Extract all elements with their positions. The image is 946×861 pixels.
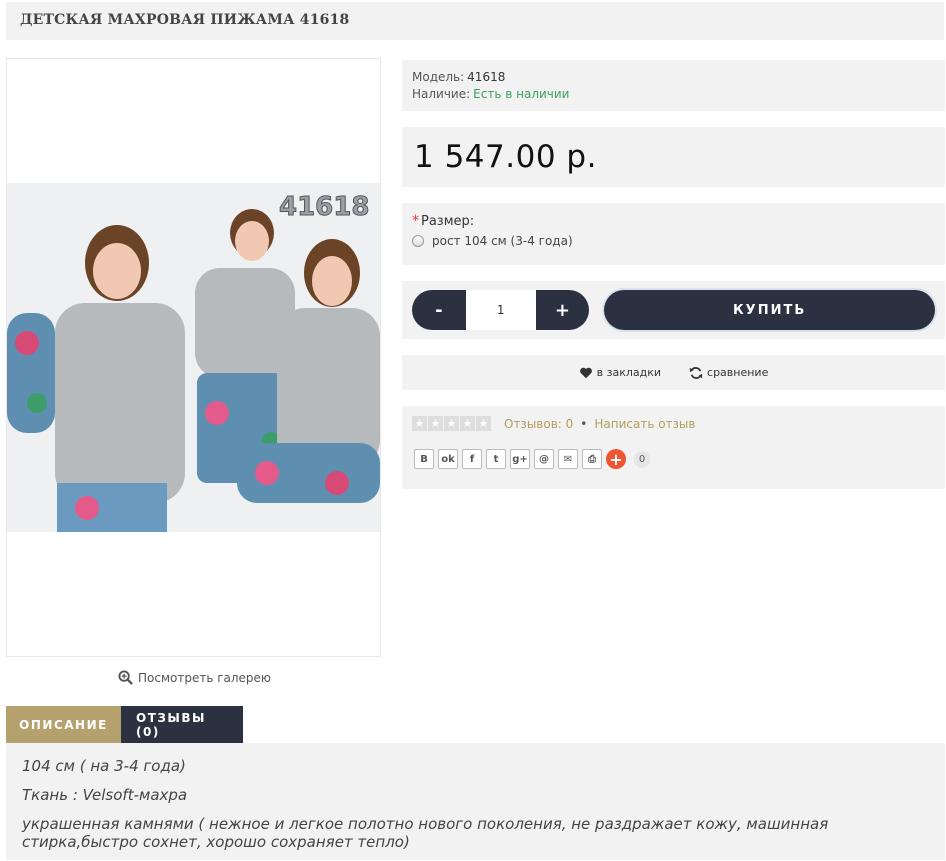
wishlist-label: в закладки xyxy=(596,366,662,379)
reviews-count-link[interactable]: Отзывов: 0 xyxy=(504,417,573,431)
tab-reviews[interactable]: ОТЗЫВЫ (0) xyxy=(121,706,243,743)
separator: • xyxy=(580,416,588,431)
size-option[interactable]: рост 104 см (3-4 года) xyxy=(412,234,935,248)
size-option-panel: * Размер: рост 104 см (3-4 года) xyxy=(402,203,945,265)
quantity-stepper: - 1 + xyxy=(412,290,590,330)
price: 1 547.00 р. xyxy=(414,139,597,175)
buy-button[interactable]: КУПИТЬ xyxy=(604,290,935,330)
vk-icon[interactable]: B xyxy=(414,449,434,469)
twitter-icon[interactable]: t xyxy=(486,449,506,469)
wishlist-compare-panel: в закладки сравнение xyxy=(402,355,945,390)
size-label: Размер: xyxy=(421,214,475,229)
quantity-input[interactable]: 1 xyxy=(465,290,536,330)
zoom-in-icon xyxy=(118,670,133,685)
model-value: 41618 xyxy=(467,70,506,84)
compare-label: сравнение xyxy=(707,366,769,379)
star-icon: ★ xyxy=(444,416,459,431)
print-icon[interactable]: ⎙ xyxy=(582,449,602,469)
quantity-minus-button[interactable]: - xyxy=(412,290,466,330)
wishlist-button[interactable]: в закладки xyxy=(579,366,661,380)
star-icon: ★ xyxy=(460,416,475,431)
title-bar: ДЕТСКАЯ МАХРОВАЯ ПИЖАМА 41618 xyxy=(6,2,944,40)
facebook-icon[interactable]: f xyxy=(462,449,482,469)
description-line: 104 см ( на 3-4 года) xyxy=(22,757,186,775)
star-icon: ★ xyxy=(428,416,443,431)
mail-ru-icon[interactable]: @ xyxy=(534,449,554,469)
share-more-icon[interactable]: + xyxy=(606,449,626,469)
write-review-link[interactable]: Написать отзыв xyxy=(594,417,695,431)
refresh-icon xyxy=(689,366,703,379)
quantity-plus-button[interactable]: + xyxy=(535,290,590,330)
star-icon: ★ xyxy=(476,416,491,431)
compare-button[interactable]: сравнение xyxy=(689,366,768,380)
description-line: Ткань : Velsoft-махра xyxy=(22,786,188,804)
required-marker: * xyxy=(412,213,419,229)
size-radio[interactable] xyxy=(412,235,424,247)
stock-label: Наличие: xyxy=(412,87,471,101)
product-tabs: ОПИСАНИЕ ОТЗЫВЫ (0) xyxy=(6,706,243,743)
email-icon[interactable]: ✉ xyxy=(558,449,578,469)
tab-description[interactable]: ОПИСАНИЕ xyxy=(6,706,121,743)
buy-panel: - 1 + КУПИТЬ xyxy=(402,281,945,339)
gallery-link[interactable]: Посмотреть галерею xyxy=(118,670,271,685)
product-title: ДЕТСКАЯ МАХРОВАЯ ПИЖАМА 41618 xyxy=(20,12,350,28)
product-image[interactable]: 41618 xyxy=(7,183,380,532)
product-image-box[interactable]: 41618 xyxy=(6,58,381,657)
price-panel: 1 547.00 р. xyxy=(402,127,945,187)
stock-value: Есть в наличии xyxy=(473,87,570,101)
share-buttons: B ok f t g+ @ ✉ ⎙ + 0 xyxy=(414,449,935,469)
model-panel: Модель: 41618 Наличие: Есть в наличии xyxy=(402,60,945,111)
heart-icon xyxy=(579,367,592,378)
rating-stars: ★ ★ ★ ★ ★ xyxy=(412,416,491,431)
odnoklassniki-icon[interactable]: ok xyxy=(438,449,458,469)
share-count: 0 xyxy=(634,450,650,468)
gallery-link-label: Посмотреть галерею xyxy=(138,670,272,685)
model-label: Модель: xyxy=(412,70,465,84)
description-line: украшенная камнями ( нежное и легкое пол… xyxy=(22,815,829,851)
image-label: 41618 xyxy=(279,192,369,222)
description-content: 104 см ( на 3-4 года) Ткань : Velsoft-ма… xyxy=(6,743,945,860)
review-panel: ★ ★ ★ ★ ★ Отзывов: 0 • Написать отзыв B … xyxy=(402,406,945,489)
size-option-label: рост 104 см (3-4 года) xyxy=(432,234,573,248)
google-plus-icon[interactable]: g+ xyxy=(510,449,530,469)
star-icon: ★ xyxy=(412,416,427,431)
